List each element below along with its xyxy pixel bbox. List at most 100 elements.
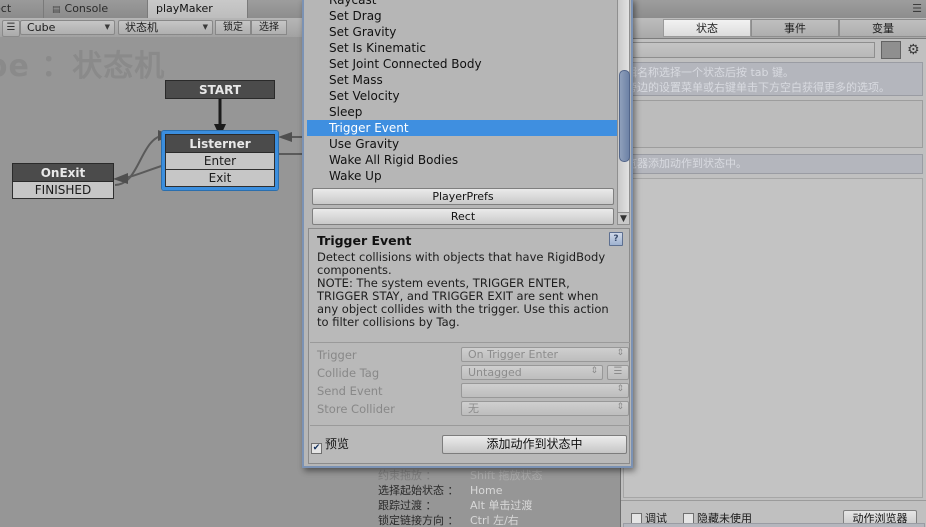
- inspector-action-area[interactable]: [623, 178, 923, 498]
- preview-checkbox[interactable]: 预览: [311, 438, 349, 454]
- store-collider-dropdown-value: 无: [468, 402, 479, 415]
- inspector-info-block: 辑名称选择一个状态后按 tab 键。 旁边的设置菜单或右键单击下方空白获得更多的…: [623, 62, 923, 96]
- collide-tag-dropdown[interactable]: Untagged ⇕: [461, 365, 603, 380]
- action-field-row: Send Event ⇕: [309, 383, 631, 399]
- state-transition-exit[interactable]: Exit: [165, 170, 275, 187]
- hint-row: 跟踪过渡 ： Alt 单击过渡: [378, 498, 578, 513]
- action-list-item[interactable]: Set Is Kinematic: [307, 40, 617, 56]
- hint-value: Ctrl 左/右: [470, 514, 519, 527]
- tab-playmaker-label: playMaker: [156, 2, 213, 15]
- trigger-dropdown-value: On Trigger Enter: [468, 348, 559, 361]
- fsm-dropdown-value: 状态机: [125, 21, 158, 34]
- action-list-item[interactable]: Wake Up: [307, 168, 617, 184]
- graph-watermark-title: be ：状态机: [0, 49, 166, 84]
- state-transition-enter[interactable]: Enter: [165, 153, 275, 170]
- workflow-tip: 工作流程提示：打开动作浏览器，在动作列表中输入文字筛选，使用: [623, 523, 925, 527]
- inspector-info-line3: 览器添加动作到状态中。: [623, 154, 923, 174]
- action-field-label: Collide Tag: [317, 366, 380, 380]
- chevron-down-icon[interactable]: ▼: [617, 212, 630, 225]
- category-button-rect[interactable]: Rect: [312, 208, 614, 225]
- inspector-info-line2: 旁边的设置菜单或右键单击下方空白获得更多的选项。: [626, 81, 890, 94]
- hint-key: 选择起始状态 ：: [378, 484, 459, 497]
- inspector-info-line1: 辑名称选择一个状态后按 tab 键。: [626, 66, 795, 79]
- state-name-input[interactable]: [623, 42, 875, 58]
- state-node-onexit[interactable]: OnExit FINISHED: [12, 163, 114, 199]
- playmaker-editor-window: ect ▤Console playMaker ☰ ☰ Cube ▼ 状态机 ▼ …: [0, 0, 926, 527]
- tab-events[interactable]: 事件: [751, 19, 839, 37]
- action-field-label: Send Event: [317, 384, 383, 398]
- tab-console-label: Console: [64, 2, 109, 15]
- state-inspector-panel: 状态 事件 变量 ⚙ 辑名称选择一个状态后按 tab 键。 旁边的设置菜单或右键…: [620, 18, 926, 527]
- spinner-icon: ⇕: [616, 402, 624, 412]
- collide-tag-dropdown-value: Untagged: [468, 366, 522, 379]
- action-list-item[interactable]: Set Joint Connected Body: [307, 56, 617, 72]
- object-dropdown-value: Cube: [27, 21, 56, 34]
- hint-value: Home: [470, 484, 503, 497]
- gear-icon[interactable]: ⚙: [907, 42, 920, 58]
- hint-value: Shift 拖放状态: [470, 469, 543, 482]
- action-list-item[interactable]: Raycast: [307, 0, 617, 8]
- action-list-item[interactable]: Set Velocity: [307, 88, 617, 104]
- add-action-to-state-button[interactable]: 添加动作到状态中: [442, 435, 627, 454]
- preview-checkbox-label: 预览: [325, 437, 350, 451]
- action-browser-popup[interactable]: Raycast Set Drag Set Gravity Set Is Kine…: [302, 0, 633, 468]
- spinner-icon: ⇕: [616, 384, 624, 394]
- state-node-title: OnExit: [12, 163, 114, 182]
- action-list-item[interactable]: Set Drag: [307, 8, 617, 24]
- hint-key: 跟踪过渡 ：: [378, 499, 437, 512]
- hint-row: 选择起始状态 ： Home: [378, 483, 578, 498]
- variable-toggle-icon[interactable]: ☰: [607, 365, 629, 380]
- tab-variables[interactable]: 变量: [839, 19, 926, 37]
- hint-row: 锁定链接方向 ： Ctrl 左/右: [378, 513, 578, 527]
- window-menu-icon[interactable]: ☰: [908, 3, 922, 15]
- hint-row: 约束拖放 ： Shift 拖放状态: [378, 468, 578, 483]
- category-button-playerprefs[interactable]: PlayerPrefs: [312, 188, 614, 205]
- store-collider-dropdown[interactable]: 无 ⇕: [461, 401, 629, 416]
- scrollbar-thumb[interactable]: [619, 70, 630, 162]
- action-list-scrollbar[interactable]: [617, 0, 630, 218]
- chevron-down-icon: ▼: [202, 23, 208, 31]
- checkbox-box: [311, 443, 322, 454]
- action-list-item[interactable]: Wake All Rigid Bodies: [307, 152, 617, 168]
- state-node-start[interactable]: START: [165, 80, 275, 99]
- state-color-chip[interactable]: [881, 41, 901, 59]
- action-field-row: Trigger On Trigger Enter ⇕: [309, 347, 631, 363]
- action-list-item[interactable]: Use Gravity: [307, 136, 617, 152]
- select-button[interactable]: 选择: [251, 20, 287, 35]
- help-book-icon[interactable]: ?: [609, 232, 623, 246]
- action-field-row: Store Collider 无 ⇕: [309, 401, 631, 417]
- state-transition-finished[interactable]: FINISHED: [12, 182, 114, 199]
- action-list-item[interactable]: Sleep: [307, 104, 617, 120]
- graph-hotkey-hints: 约束拖放 ： Shift 拖放状态 选择起始状态 ： Home 跟踪过渡 ： A…: [378, 468, 578, 527]
- action-list[interactable]: Raycast Set Drag Set Gravity Set Is Kine…: [307, 0, 617, 186]
- hint-key: 约束拖放 ：: [378, 469, 437, 482]
- action-field-label: Trigger: [317, 348, 357, 362]
- action-list-item[interactable]: Set Gravity: [307, 24, 617, 40]
- state-node-listerner[interactable]: Listerner Enter Exit: [162, 131, 278, 190]
- action-list-item[interactable]: Set Mass: [307, 72, 617, 88]
- spinner-icon: ⇕: [590, 366, 598, 376]
- inspector-empty-box: [623, 100, 923, 148]
- tab-console[interactable]: ▤ Console: [44, 0, 148, 18]
- send-event-dropdown[interactable]: ⇕: [461, 383, 629, 398]
- action-field-row: Collide Tag Untagged ⇕ ☰: [309, 365, 631, 381]
- tab-project-label: ect: [0, 2, 12, 15]
- action-field-label: Store Collider: [317, 402, 395, 416]
- action-detail-description: Detect collisions with objects that have…: [317, 250, 609, 329]
- action-list-item-selected[interactable]: Trigger Event: [307, 120, 617, 136]
- tab-states[interactable]: 状态: [663, 19, 751, 37]
- object-dropdown[interactable]: Cube ▼: [20, 20, 115, 35]
- chevron-down-icon: ▼: [104, 23, 110, 31]
- spinner-icon: ⇕: [616, 348, 624, 358]
- tab-project[interactable]: ect: [0, 0, 44, 18]
- action-detail-pane: Trigger Event ? Detect collisions with o…: [308, 228, 630, 464]
- fsm-dropdown[interactable]: 状态机 ▼: [118, 20, 213, 35]
- state-node-title: START: [165, 80, 275, 99]
- toolbar-menu-icon[interactable]: ☰: [2, 20, 20, 37]
- trigger-dropdown[interactable]: On Trigger Enter ⇕: [461, 347, 629, 362]
- inspector-tab-bar: 状态 事件 变量: [621, 18, 926, 39]
- lock-button[interactable]: 锁定: [215, 20, 251, 35]
- hint-key: 锁定链接方向 ：: [378, 514, 459, 527]
- hint-value: Alt 单击过渡: [470, 499, 533, 512]
- tab-playmaker[interactable]: playMaker: [148, 0, 248, 18]
